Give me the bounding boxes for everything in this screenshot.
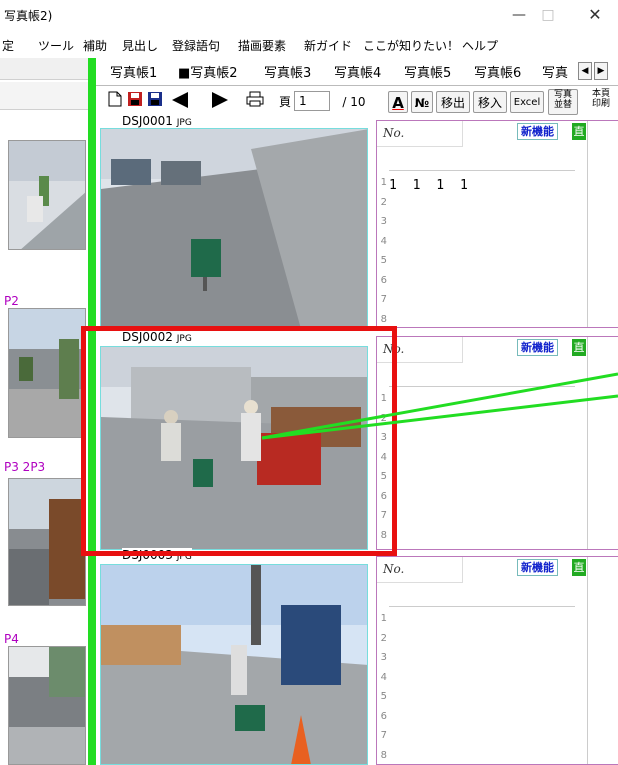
callout-line-1 bbox=[261, 372, 618, 440]
callout-line-2 bbox=[261, 394, 618, 440]
callout-lines bbox=[261, 372, 618, 440]
